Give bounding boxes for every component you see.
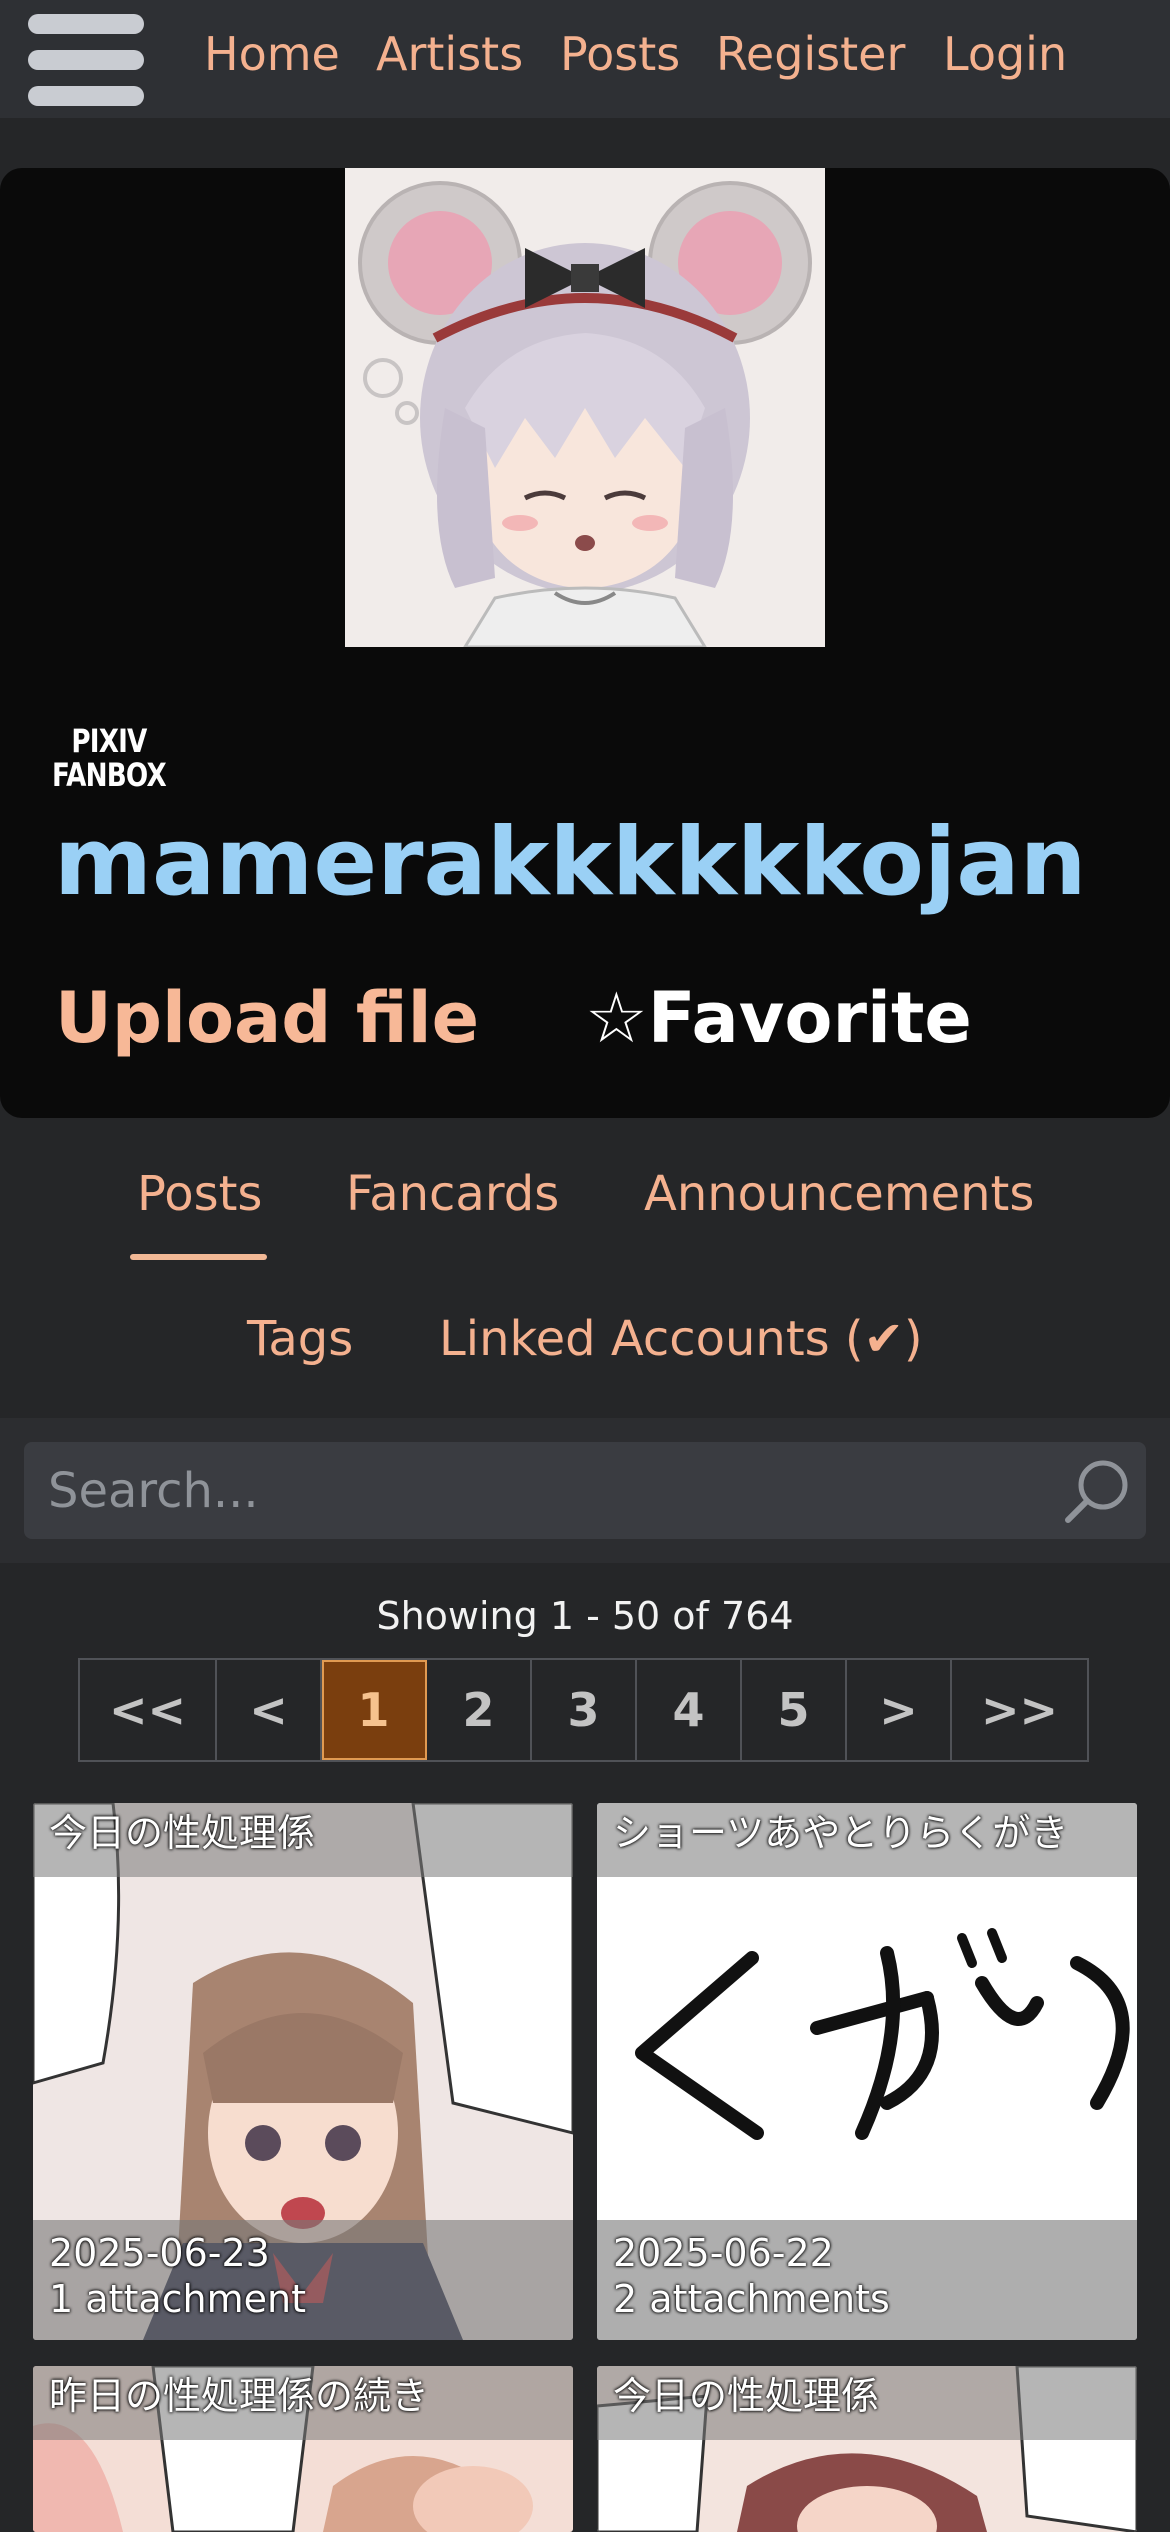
post-card[interactable]: ショーツあやとりらくがき 2025-06-22 2 attachments [597, 1803, 1137, 2340]
tab-fancards[interactable]: Fancards [346, 1164, 559, 1224]
pixiv-fanbox-logo: PIXIV FANBOX [52, 722, 167, 794]
search-icon[interactable] [1062, 1456, 1132, 1526]
search-section [0, 1418, 1170, 1563]
avatar-illustration [345, 168, 825, 647]
post-card[interactable]: 今日の性処理係 [597, 2366, 1137, 2532]
post-attachments: 1 attachment [49, 2277, 306, 2321]
tab-linked-accounts[interactable]: Linked Accounts (✔) [439, 1309, 923, 1369]
nav-link-artists[interactable]: Artists [376, 26, 523, 82]
active-tab-indicator [130, 1254, 267, 1260]
post-date: 2025-06-23 [49, 2231, 270, 2275]
page-first-button[interactable]: << [80, 1660, 217, 1760]
tab-posts[interactable]: Posts [137, 1164, 262, 1224]
tab-announcements[interactable]: Announcements [644, 1164, 1034, 1224]
page-last-button[interactable]: >> [952, 1660, 1087, 1760]
post-card[interactable]: 今日の性処理係 2025-06-23 1 attachment [33, 1803, 573, 2340]
artist-name-link[interactable]: mamerakkkkkkojan [54, 808, 1087, 918]
nav-link-home[interactable]: Home [204, 26, 340, 82]
page-next-button[interactable]: > [847, 1660, 952, 1760]
nav-link-register[interactable]: Register [716, 26, 905, 82]
favorite-button[interactable]: ☆Favorite [585, 976, 972, 1060]
service-logo-line-1: PIXIV [71, 722, 147, 760]
post-meta: 2025-06-22 2 attachments [597, 2220, 1137, 2340]
nav-link-login[interactable]: Login [943, 26, 1067, 82]
post-card[interactable]: 昨日の性処理係の続き [33, 2366, 573, 2532]
top-nav: Home Artists Posts Register Login [0, 0, 1170, 118]
star-icon: ☆ [585, 977, 648, 1059]
search-box [24, 1442, 1146, 1539]
results-count: Showing 1 - 50 of 764 [376, 1594, 794, 1638]
page-3-button[interactable]: 3 [532, 1660, 637, 1760]
tab-tags[interactable]: Tags [247, 1309, 353, 1369]
page-1-button[interactable]: 1 [322, 1660, 427, 1760]
page-5-button[interactable]: 5 [742, 1660, 847, 1760]
post-meta: 2025-06-23 1 attachment [33, 2220, 573, 2340]
post-title: 今日の性処理係 [33, 1803, 573, 1877]
search-input[interactable] [48, 1442, 1048, 1539]
page-prev-button[interactable]: < [217, 1660, 322, 1760]
post-date: 2025-06-22 [613, 2231, 834, 2275]
post-title: ショーツあやとりらくがき [597, 1803, 1137, 1877]
page-4-button[interactable]: 4 [637, 1660, 742, 1760]
artist-avatar[interactable] [345, 168, 825, 647]
post-title: 昨日の性処理係の続き [33, 2366, 573, 2440]
favorite-label: Favorite [647, 977, 972, 1059]
service-logo-line-2: FANBOX [52, 756, 167, 794]
post-attachments: 2 attachments [613, 2277, 890, 2321]
artist-header: PIXIV FANBOX mamerakkkkkkojan Upload fil… [0, 168, 1170, 1118]
post-title: 今日の性処理係 [597, 2366, 1137, 2440]
page-2-button[interactable]: 2 [427, 1660, 532, 1760]
hamburger-menu-icon[interactable] [28, 14, 144, 106]
upload-file-button[interactable]: Upload file [55, 976, 479, 1060]
nav-link-posts[interactable]: Posts [560, 26, 680, 82]
pagination: << < 1 2 3 4 5 > >> [78, 1658, 1089, 1762]
